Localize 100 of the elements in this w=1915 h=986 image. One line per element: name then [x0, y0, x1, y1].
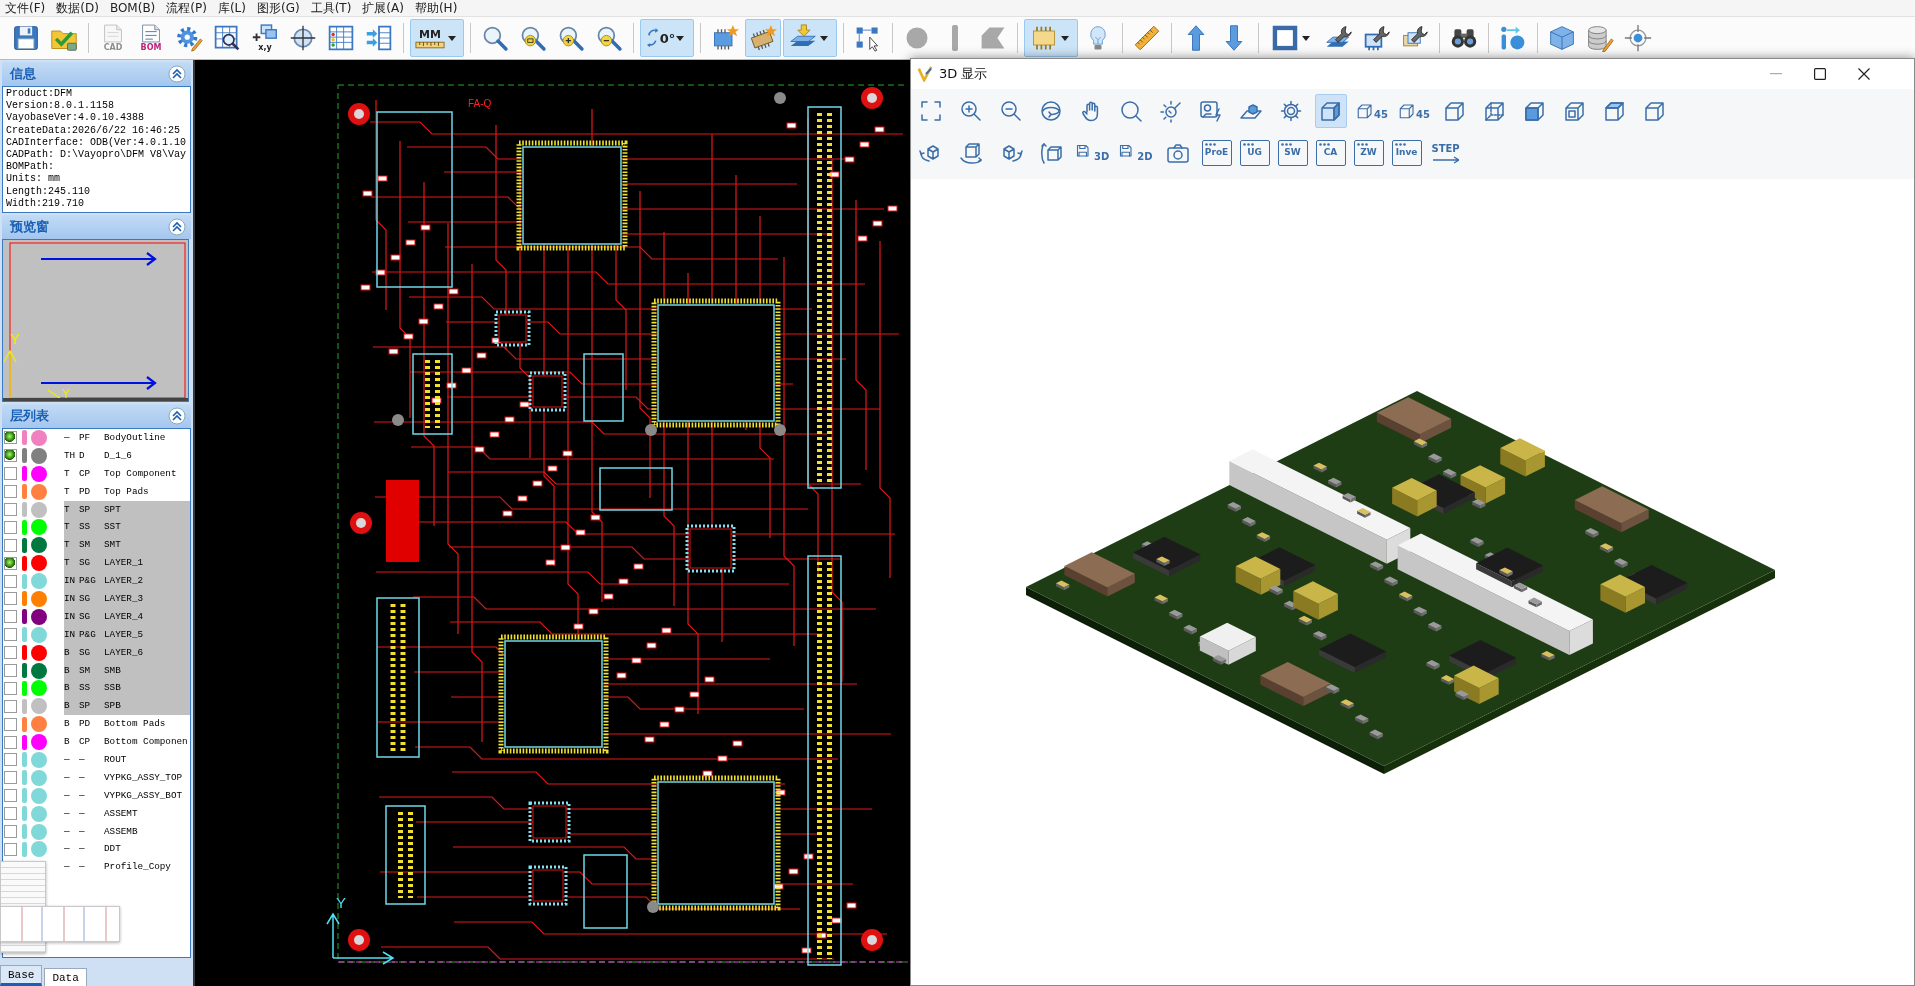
- menu-item[interactable]: BOM(B): [104, 0, 161, 16]
- layer-checkbox[interactable]: [4, 664, 17, 677]
- layer-checkbox[interactable]: [4, 753, 17, 767]
- layer-type: —: [79, 842, 86, 857]
- menu-item[interactable]: 文件(F): [0, 0, 51, 16]
- layer-dropdown[interactable]: [783, 19, 837, 57]
- layer-name[interactable]: ASSEMB: [104, 822, 190, 841]
- export-button[interactable]: ProE: [1201, 140, 1232, 166]
- layer-type: SS: [79, 518, 104, 537]
- menu-item[interactable]: 帮助(H): [409, 0, 463, 16]
- menu-item[interactable]: 库(L): [212, 0, 251, 16]
- menu-item[interactable]: 扩展(A): [357, 0, 409, 16]
- layer-checkbox[interactable]: [4, 574, 17, 588]
- units-dropdown[interactable]: MM: [410, 19, 464, 57]
- layer-checkbox[interactable]: [4, 628, 17, 642]
- layer-checkbox[interactable]: [4, 538, 17, 552]
- layer-side: T: [64, 554, 79, 573]
- save-3d-button[interactable]: 3D: [1075, 136, 1111, 170]
- table-icon: [327, 24, 355, 52]
- chip-dropdown[interactable]: [1024, 19, 1078, 57]
- layer-name[interactable]: ROUT: [104, 751, 190, 769]
- layer-checkbox[interactable]: [4, 842, 17, 856]
- zoom-in-icon: [959, 99, 983, 123]
- coordinate-button[interactable]: x,y: [247, 19, 283, 57]
- layer-side: B: [64, 679, 79, 698]
- layer-name[interactable]: LAYER_3: [104, 590, 190, 608]
- layer-name[interactable]: BodyOutline: [104, 429, 190, 447]
- layer-name[interactable]: Top Component: [104, 464, 190, 483]
- layer-name[interactable]: ASSEMT: [104, 804, 190, 823]
- collapse-icon[interactable]: [168, 65, 186, 83]
- menu-item[interactable]: 流程(P): [161, 0, 212, 16]
- layer-name[interactable]: Top Pads: [104, 482, 190, 501]
- collapse-icon[interactable]: [168, 218, 186, 236]
- layer-checkbox[interactable]: [4, 610, 17, 624]
- save-2d-button[interactable]: 2D: [1118, 136, 1154, 170]
- layer-checkbox[interactable]: [4, 771, 17, 785]
- layer-name[interactable]: SPB: [104, 697, 190, 716]
- layer-side: —: [64, 842, 71, 857]
- layer-checkbox[interactable]: [4, 431, 17, 445]
- wire-cube-icon: [1482, 99, 1507, 123]
- layer-checkbox[interactable]: [4, 485, 17, 499]
- layer-name[interactable]: SMT: [104, 536, 190, 555]
- layer-checkbox[interactable]: [4, 520, 17, 534]
- export-step-button[interactable]: STEP: [1429, 136, 1462, 170]
- chip-icon: [1030, 24, 1058, 52]
- export-button[interactable]: ZW: [1353, 140, 1384, 166]
- export-button[interactable]: SW: [1277, 140, 1308, 166]
- menu-item[interactable]: 图形(G): [251, 0, 305, 16]
- panel-tab[interactable]: Base: [0, 965, 43, 986]
- iso-view-button[interactable]: [1315, 94, 1347, 128]
- cube-icon: [1442, 99, 1467, 123]
- layer-checkbox[interactable]: [4, 592, 17, 606]
- export-button[interactable]: CA: [1315, 140, 1346, 166]
- layer-name[interactable]: LAYER_1: [104, 554, 190, 573]
- layer-checkbox[interactable]: [4, 449, 17, 463]
- layer-checkbox[interactable]: [4, 556, 17, 570]
- layer-checkbox[interactable]: [4, 717, 17, 731]
- magnifier-icon: [481, 24, 509, 52]
- layer-name[interactable]: VYPKG_ASSY_BOT: [104, 786, 190, 805]
- layer-checkbox[interactable]: [4, 467, 17, 481]
- layer-name[interactable]: Profile_Copy: [104, 858, 190, 877]
- layer-side: —: [64, 770, 71, 785]
- layer-type: CP: [79, 735, 92, 750]
- view-45-button[interactable]: 45: [1355, 94, 1389, 128]
- layer-side: —: [64, 806, 71, 821]
- layer-checkbox[interactable]: [4, 789, 17, 803]
- panel-tab[interactable]: Data: [44, 968, 87, 986]
- view-45-button[interactable]: 45: [1396, 94, 1431, 128]
- crosshair-icon: [1624, 24, 1652, 52]
- layer-checkbox[interactable]: [4, 825, 17, 839]
- collapse-icon[interactable]: [168, 407, 186, 425]
- layer-name[interactable]: Bottom Componen: [104, 733, 190, 752]
- layer-name[interactable]: DDT: [104, 840, 190, 859]
- layer-checkbox[interactable]: [4, 735, 17, 749]
- menu-item[interactable]: 工具(T): [305, 0, 357, 16]
- layer-checkbox[interactable]: [4, 807, 17, 821]
- rotate-dropdown[interactable]: 0°: [640, 19, 694, 57]
- layer-checkbox[interactable]: [4, 699, 17, 713]
- layer-side: IN: [64, 572, 79, 590]
- layer-name[interactable]: SST: [104, 518, 190, 537]
- export-button[interactable]: UG: [1239, 140, 1270, 166]
- menu-item[interactable]: 数据(D): [51, 0, 104, 16]
- bom-button[interactable]: BOM: [133, 19, 169, 57]
- layer-type: SG: [79, 554, 104, 573]
- caret-icon: [820, 35, 828, 41]
- layer-name[interactable]: LAYER_2: [104, 572, 190, 590]
- chip-star-button[interactable]: [745, 19, 781, 57]
- window-dots-icon: [1280, 143, 1292, 146]
- layer-checkbox[interactable]: [4, 646, 17, 660]
- layer-checkbox[interactable]: [4, 503, 17, 516]
- export-button[interactable]: Inve: [1391, 140, 1422, 166]
- caret-icon: [676, 35, 685, 41]
- layer-name[interactable]: SSB: [104, 679, 190, 698]
- bar-icon: [952, 25, 958, 51]
- layer-name[interactable]: VYPKG_ASSY_TOP: [104, 768, 190, 787]
- camera-icon: [1165, 141, 1190, 165]
- layer-name[interactable]: Bottom Pads: [104, 715, 190, 734]
- layer-name[interactable]: SPT: [104, 500, 190, 519]
- layer-name[interactable]: D_1_6: [104, 446, 190, 465]
- layer-checkbox[interactable]: [4, 681, 17, 695]
